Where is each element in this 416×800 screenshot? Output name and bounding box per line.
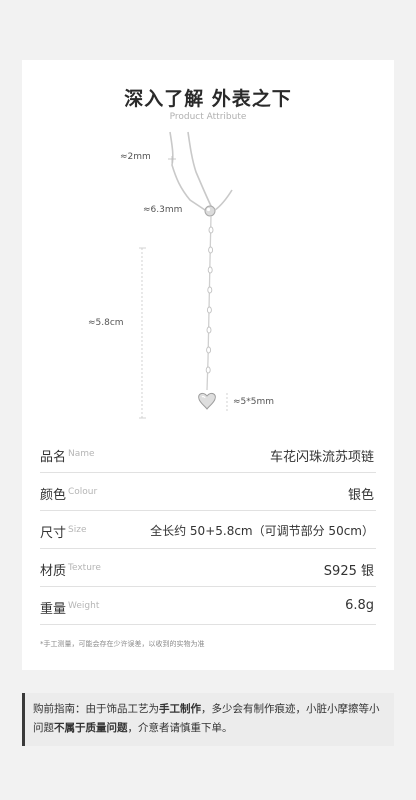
notice-text-prefix: 购前指南：由于饰品工艺为 xyxy=(33,703,159,715)
attribute-row-weight: 重量 Weight 6.8g xyxy=(40,586,376,625)
attribute-value: 银色 xyxy=(347,488,374,503)
notice-text-suffix: ，介意者请慎重下单。 xyxy=(127,722,233,734)
attribute-row-colour: 颜色 Colour 银色 xyxy=(40,472,376,511)
necklace-illustration xyxy=(139,131,233,419)
attribute-label: 颜色 xyxy=(40,488,67,503)
purchase-guide-notice: 购前指南：由于饰品工艺为手工制作，多少会有制作痕迹，小脏小摩擦等小问题不属于质量… xyxy=(22,693,394,746)
attribute-value: 车花闪珠流苏项链 xyxy=(269,450,374,465)
product-attribute-card: 深入了解 外表之下 Product Attribute ≈2mm ≈6.3mm … xyxy=(22,60,394,670)
attribute-value: 6.8g xyxy=(345,598,374,613)
attribute-row-name: 品名 Name 车花闪珠流苏项链 xyxy=(40,434,376,473)
attribute-value: S925 银 xyxy=(323,564,374,579)
chain-width-label: ≈2mm xyxy=(120,152,151,162)
tassel-length-label: ≈5.8cm xyxy=(88,318,124,328)
attribute-row-size: 尺寸 Size 全长约 50+5.8cm（可调节部分 50cm） xyxy=(40,510,376,549)
notice-emphasis-handmade: 手工制作 xyxy=(159,703,201,715)
attribute-label: 材质 xyxy=(40,564,67,579)
attribute-label-en: Colour xyxy=(68,487,98,497)
attribute-label-en: Name xyxy=(68,449,95,459)
attribute-row-texture: 材质 Texture S925 银 xyxy=(40,548,376,587)
attribute-label-en: Size xyxy=(68,525,87,535)
bead-size-label: ≈6.3mm xyxy=(143,205,183,215)
attribute-label-en: Texture xyxy=(68,563,101,573)
attribute-value: 全长约 50+5.8cm（可调节部分 50cm） xyxy=(150,524,374,538)
attribute-label: 重量 xyxy=(40,602,67,617)
pendant-size-label: ≈5*5mm xyxy=(233,397,275,407)
measurement-note: *手工测量，可能会存在少许误差，以收到的实物为准 xyxy=(40,640,205,648)
attribute-label: 尺寸 xyxy=(40,526,67,541)
attribute-label-en: Weight xyxy=(68,601,100,611)
notice-emphasis-quality: 不属于质量问题 xyxy=(54,722,128,734)
attribute-label: 品名 xyxy=(40,450,67,465)
